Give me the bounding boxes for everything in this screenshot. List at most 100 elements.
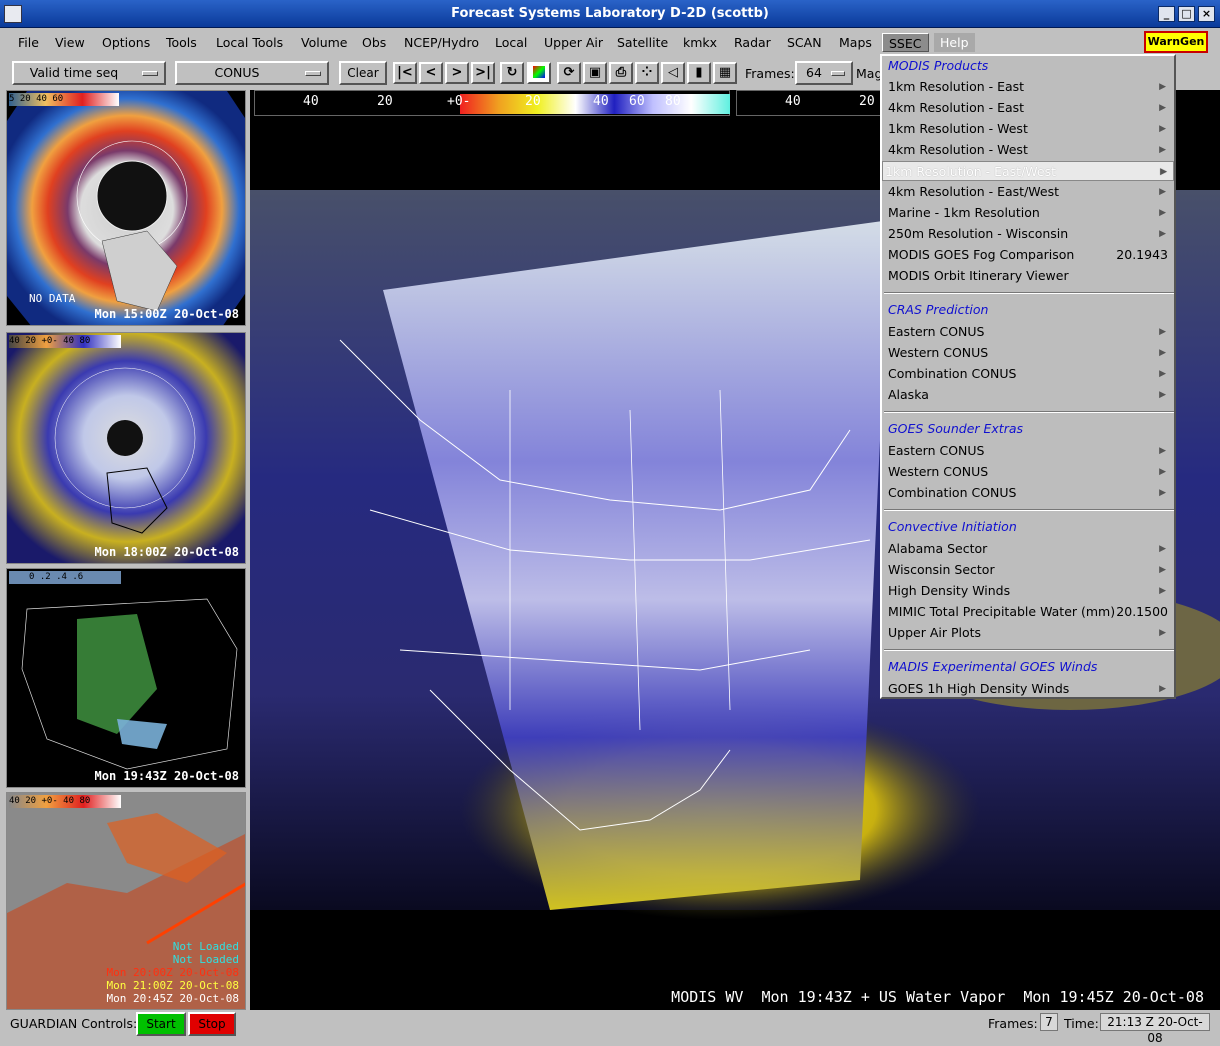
first-frame-icon[interactable]: |<: [393, 62, 417, 84]
polar-wv-image: [7, 333, 245, 563]
menu-file[interactable]: File: [16, 33, 41, 52]
submenu-arrow-icon: ▶: [1159, 208, 1166, 218]
side-pane-2[interactable]: 40 20 +0- 40 80 Mon 18:00Z 20-Oct-08: [6, 332, 246, 564]
clear-button[interactable]: Clear: [339, 61, 387, 85]
menu-item-label: Western CONUS: [888, 345, 989, 360]
app-icon[interactable]: [4, 5, 22, 23]
status-line: Mon 20:00Z 20-Oct-08: [106, 966, 239, 979]
menu-item-label: Eastern CONUS: [888, 443, 985, 458]
menu-upper-air[interactable]: Upper Air: [542, 33, 605, 52]
frames-select[interactable]: 64: [795, 61, 853, 85]
chevron-down-icon: [831, 71, 845, 76]
menu-item-selected[interactable]: 1km Resolution - East/West ▶: [882, 161, 1174, 181]
menu-tools[interactable]: Tools: [164, 33, 199, 52]
menu-item-value: 20.1943: [1116, 247, 1168, 262]
menu-item[interactable]: Western CONUS ▶: [886, 462, 1172, 482]
menu-item-label: GOES 1h High Density Winds: [888, 681, 1070, 696]
menubar: File View Options Tools Local Tools Volu…: [0, 28, 1220, 56]
menu-item[interactable]: 4km Resolution - West ▶: [886, 140, 1172, 160]
menu-item[interactable]: Combination CONUS ▶: [886, 483, 1172, 503]
minimize-icon[interactable]: _: [1158, 6, 1175, 22]
next-frame-icon[interactable]: >: [445, 62, 469, 84]
image-properties-icon[interactable]: [527, 62, 551, 84]
menu-view[interactable]: View: [53, 33, 87, 52]
menu-help[interactable]: Help: [934, 33, 975, 52]
menu-item-label: Western CONUS: [888, 464, 989, 479]
submenu-arrow-icon: ▶: [1159, 684, 1166, 694]
menu-item[interactable]: Upper Air Plots ▶: [886, 623, 1172, 643]
menu-local[interactable]: Local: [493, 33, 529, 52]
menu-item-label: Marine - 1km Resolution: [888, 205, 1040, 220]
loop-icon[interactable]: ↻: [500, 62, 524, 84]
submenu-arrow-icon: ▶: [1159, 446, 1166, 456]
side-pane-4[interactable]: 40 20 +0- 40 80 Not Loaded Not Loaded Mo…: [6, 792, 246, 1010]
menu-item[interactable]: Combination CONUS ▶: [886, 364, 1172, 384]
side-panes: 5 20 40 60 NO DATA Mon 15:00Z 20-Oct-08 …: [0, 90, 250, 1010]
menu-item[interactable]: MIMIC Total Precipitable Water (mm) 20.15…: [886, 602, 1172, 622]
menu-item[interactable]: High Density Winds ▶: [886, 581, 1172, 601]
submenu-arrow-icon: ▶: [1159, 628, 1166, 638]
warngen-button[interactable]: WarnGen: [1144, 31, 1208, 53]
submenu-arrow-icon: ▶: [1159, 467, 1166, 477]
colorbar-tick: 20: [377, 94, 393, 109]
menu-item[interactable]: GOES 1h High Density Winds ▶: [886, 679, 1172, 699]
close-icon[interactable]: ×: [1198, 6, 1215, 22]
menu-separator: [884, 292, 1174, 294]
menu-local-tools[interactable]: Local Tools: [214, 33, 285, 52]
menu-kmkx[interactable]: kmkx: [681, 33, 719, 52]
layers-icon[interactable]: ▣: [583, 62, 607, 84]
menu-item[interactable]: Western CONUS ▶: [886, 343, 1172, 363]
mag-label: Mag: [856, 66, 883, 81]
prev-frame-icon[interactable]: <: [419, 62, 443, 84]
cursor-icon[interactable]: ◁: [661, 62, 685, 84]
menu-item-label: 4km Resolution - East: [888, 100, 1025, 115]
submenu-arrow-icon: ▶: [1160, 167, 1167, 177]
side-pane-3[interactable]: 0 .2 .4 .6 Mon 19:43Z 20-Oct-08: [6, 568, 246, 788]
menu-item[interactable]: Marine - 1km Resolution ▶: [886, 203, 1172, 223]
scale-select[interactable]: CONUS: [175, 61, 329, 85]
start-button[interactable]: Start: [136, 1012, 186, 1036]
menu-item[interactable]: 1km Resolution - East ▶: [886, 77, 1172, 97]
last-frame-icon[interactable]: >|: [471, 62, 495, 84]
menu-item[interactable]: 1km Resolution - West ▶: [886, 119, 1172, 139]
menu-scan[interactable]: SCAN: [785, 33, 824, 52]
menu-ssec[interactable]: SSEC: [882, 33, 929, 52]
pane1-time: Mon 15:00Z 20-Oct-08: [94, 307, 240, 321]
stop-button[interactable]: Stop: [188, 1012, 236, 1036]
menu-ncep-hydro[interactable]: NCEP/Hydro: [402, 33, 481, 52]
print-icon[interactable]: ⎙: [609, 62, 633, 84]
menu-item[interactable]: 4km Resolution - East/West ▶: [886, 182, 1172, 202]
menu-radar[interactable]: Radar: [732, 33, 773, 52]
menu-item[interactable]: MODIS GOES Fog Comparison 20.1943: [886, 245, 1172, 265]
time-mode-select[interactable]: Valid time seq: [12, 61, 166, 85]
main-colorbar: 40 20 +0- 20 40 60 80: [254, 90, 730, 116]
menu-options[interactable]: Options: [100, 33, 152, 52]
menu-obs[interactable]: Obs: [360, 33, 388, 52]
menu-separator: [884, 649, 1174, 651]
window-titlebar: Forecast Systems Laboratory D-2D (scottb…: [0, 0, 1220, 28]
menu-item[interactable]: Eastern CONUS ▶: [886, 322, 1172, 342]
pane3-colorbar: 0 .2 .4 .6: [9, 571, 121, 584]
points-icon[interactable]: ⁘: [635, 62, 659, 84]
menu-item[interactable]: Alabama Sector ▶: [886, 539, 1172, 559]
menu-satellite[interactable]: Satellite: [615, 33, 670, 52]
menu-item[interactable]: Alaska ▶: [886, 385, 1172, 405]
menu-item-label: Alabama Sector: [888, 541, 988, 556]
product-caption: MODIS WV Mon 19:43Z + US Water Vapor Mon…: [671, 988, 1204, 1006]
refresh-icon[interactable]: ⟳: [557, 62, 581, 84]
maximize-icon[interactable]: □: [1178, 6, 1195, 22]
side-pane-1[interactable]: 5 20 40 60 NO DATA Mon 15:00Z 20-Oct-08: [6, 90, 246, 326]
submenu-arrow-icon: ▶: [1159, 390, 1166, 400]
menu-maps[interactable]: Maps: [837, 33, 874, 52]
menu-item[interactable]: 4km Resolution - East ▶: [886, 98, 1172, 118]
status-line: Mon 20:45Z 20-Oct-08: [106, 992, 239, 1005]
menu-item-label: 1km Resolution - West: [888, 121, 1028, 136]
menu-item[interactable]: 250m Resolution - Wisconsin ▶: [886, 224, 1172, 244]
menu-item[interactable]: MODIS Orbit Itinerary Viewer: [886, 266, 1172, 286]
menu-item[interactable]: Wisconsin Sector ▶: [886, 560, 1172, 580]
four-panel-icon[interactable]: ▦: [713, 62, 737, 84]
submenu-arrow-icon: ▶: [1159, 229, 1166, 239]
menu-volume[interactable]: Volume: [299, 33, 350, 52]
single-panel-icon[interactable]: ▮: [687, 62, 711, 84]
menu-item[interactable]: Eastern CONUS ▶: [886, 441, 1172, 461]
